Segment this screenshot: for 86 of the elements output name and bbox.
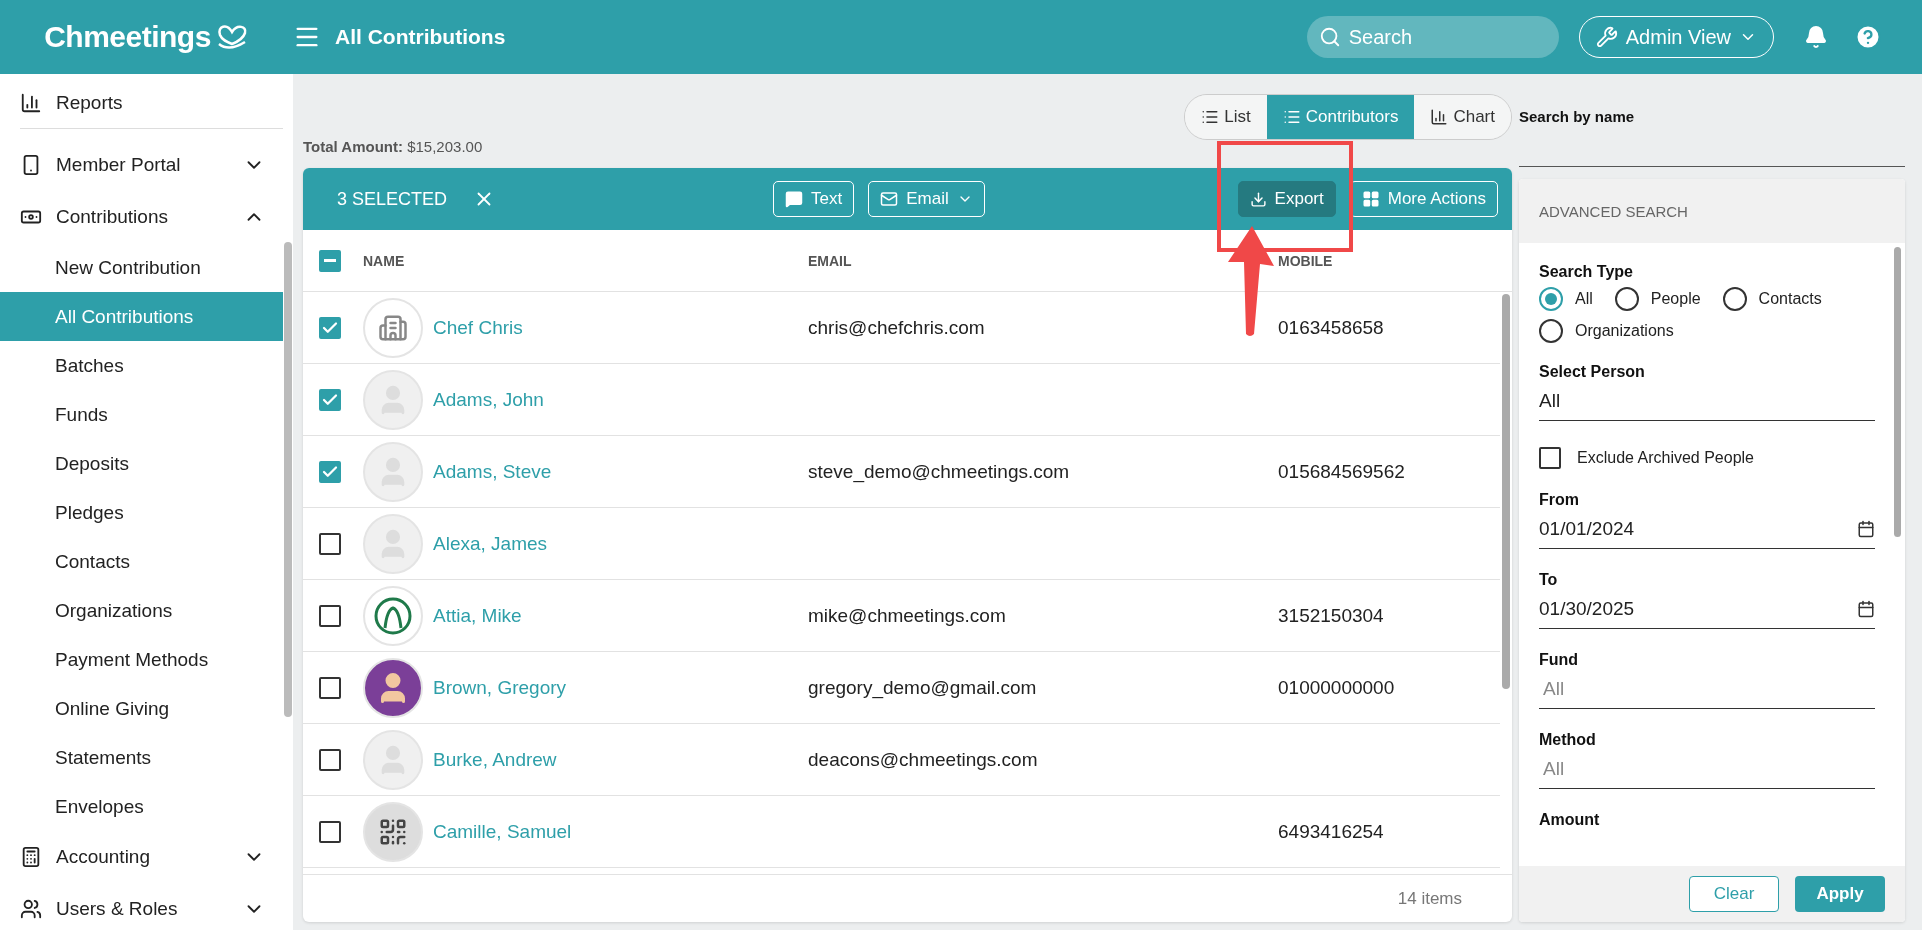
column-header[interactable]: MOBILE xyxy=(1278,252,1500,269)
minus-icon xyxy=(324,259,336,262)
mobile-cell: 015684569562 xyxy=(1278,460,1405,482)
item-count: 14 items xyxy=(1397,888,1462,909)
sidebar-item[interactable]: Statements xyxy=(0,733,283,782)
view-tab[interactable]: List xyxy=(1185,95,1267,139)
page-title: All Contributions xyxy=(335,25,507,49)
email-cell: gregory_demo@gmail.com xyxy=(808,676,1037,698)
mail-icon xyxy=(880,190,899,208)
view-tab[interactable]: Chart xyxy=(1414,95,1511,139)
selected-count: 3 SELECTED xyxy=(337,188,448,210)
sidebar-item[interactable]: Funds xyxy=(0,390,283,439)
help-icon[interactable] xyxy=(1854,23,1882,51)
select-field[interactable]: All xyxy=(1539,669,1875,709)
download-icon xyxy=(1249,190,1267,208)
scrollbar[interactable] xyxy=(1502,294,1510,689)
bell-icon xyxy=(1804,25,1828,49)
date-field[interactable]: 01/30/2025 xyxy=(1539,589,1875,629)
email-cell: deacons@chmeetings.com xyxy=(808,748,1038,770)
row-checkbox[interactable] xyxy=(319,316,341,339)
email-cell: mike@chmeetings.com xyxy=(808,604,1006,626)
export-button[interactable]: Export xyxy=(1237,181,1336,217)
users-icon xyxy=(20,898,42,920)
field-label: Search Type xyxy=(1539,263,1634,281)
scrollbar[interactable] xyxy=(1894,247,1901,537)
notifications-icon[interactable] xyxy=(1804,25,1828,49)
search-type-radio[interactable]: People xyxy=(1614,287,1701,311)
chart-icon xyxy=(20,92,42,114)
calendar-icon[interactable] xyxy=(1857,519,1875,538)
sidebar-item[interactable]: Organizations xyxy=(0,586,283,635)
field-label: Method xyxy=(1539,731,1597,749)
email-cell: chris@chefchris.com xyxy=(808,316,985,338)
field-label: From xyxy=(1539,491,1580,509)
row-checkbox[interactable] xyxy=(319,388,341,411)
field-label: Fund xyxy=(1539,651,1580,669)
field-label: Search by name xyxy=(1519,108,1636,125)
sidebar-item[interactable]: Accounting xyxy=(0,831,283,883)
mobile-cell: 01000000000 xyxy=(1278,676,1395,698)
mobile-cell: 3152150304 xyxy=(1278,604,1384,626)
total-amount: Total Amount: $15,203.00 xyxy=(303,137,483,155)
select-field[interactable]: All xyxy=(1539,749,1875,789)
list-icon xyxy=(1201,108,1220,126)
search-icon xyxy=(1318,26,1341,48)
sidebar-item[interactable]: Envelopes xyxy=(0,782,283,831)
sidebar-item[interactable]: New Contribution xyxy=(0,243,283,292)
select-field[interactable]: All xyxy=(1539,381,1875,421)
row-checkbox[interactable] xyxy=(319,676,341,699)
sidebar-item[interactable]: Pledges xyxy=(0,488,283,537)
search-type-radio[interactable]: Organizations xyxy=(1539,319,1674,343)
question-icon xyxy=(1854,23,1882,51)
email-cell: steve_demo@chmeetings.com xyxy=(808,460,1070,482)
panel-title: ADVANCED SEARCH xyxy=(1519,179,1905,243)
date-field[interactable]: 01/01/2024 xyxy=(1539,509,1875,549)
sidebar-item[interactable]: Reports xyxy=(0,84,283,122)
sidebar-item[interactable]: Deposits xyxy=(0,439,283,488)
list-icon xyxy=(1282,108,1301,126)
row-checkbox[interactable] xyxy=(319,604,341,627)
sidebar-item[interactable]: Contacts xyxy=(0,537,283,586)
grid-icon xyxy=(1361,190,1380,208)
chart-icon xyxy=(1430,108,1449,126)
speech-bubble-icon xyxy=(785,190,804,208)
field-label: Amount xyxy=(1539,811,1601,829)
mobile-cell: 6493416254 xyxy=(1278,820,1384,842)
sidebar-item[interactable]: Member Portal xyxy=(0,139,283,191)
column-header[interactable]: EMAIL xyxy=(808,252,1278,269)
search-type-radio[interactable]: Contacts xyxy=(1722,287,1822,311)
wrench-icon xyxy=(1595,26,1618,48)
search-type-radio[interactable]: All xyxy=(1539,287,1593,311)
sidebar-item[interactable]: Payment Methods xyxy=(0,635,283,684)
field-label: To xyxy=(1539,571,1559,589)
field-label: Select Person xyxy=(1539,363,1646,381)
sidebar-item[interactable]: Online Giving xyxy=(0,684,283,733)
scrollbar[interactable] xyxy=(284,242,292,717)
select-all-checkbox[interactable] xyxy=(319,249,341,272)
sidebar-item[interactable]: Batches xyxy=(0,341,283,390)
calculator-icon xyxy=(20,846,42,868)
mobile-cell: 0163458658 xyxy=(1278,316,1384,338)
row-checkbox[interactable] xyxy=(319,532,341,555)
row-checkbox[interactable] xyxy=(319,460,341,483)
exclude-archived-checkbox[interactable]: Exclude Archived People xyxy=(1539,447,1875,469)
sidebar-item[interactable]: Users & Roles xyxy=(0,883,283,930)
sidebar-item[interactable]: Contributions xyxy=(0,191,283,243)
row-checkbox[interactable] xyxy=(319,748,341,771)
calendar-icon[interactable] xyxy=(1857,599,1875,618)
row-checkbox[interactable] xyxy=(319,820,341,843)
column-header[interactable]: NAME xyxy=(363,252,808,269)
